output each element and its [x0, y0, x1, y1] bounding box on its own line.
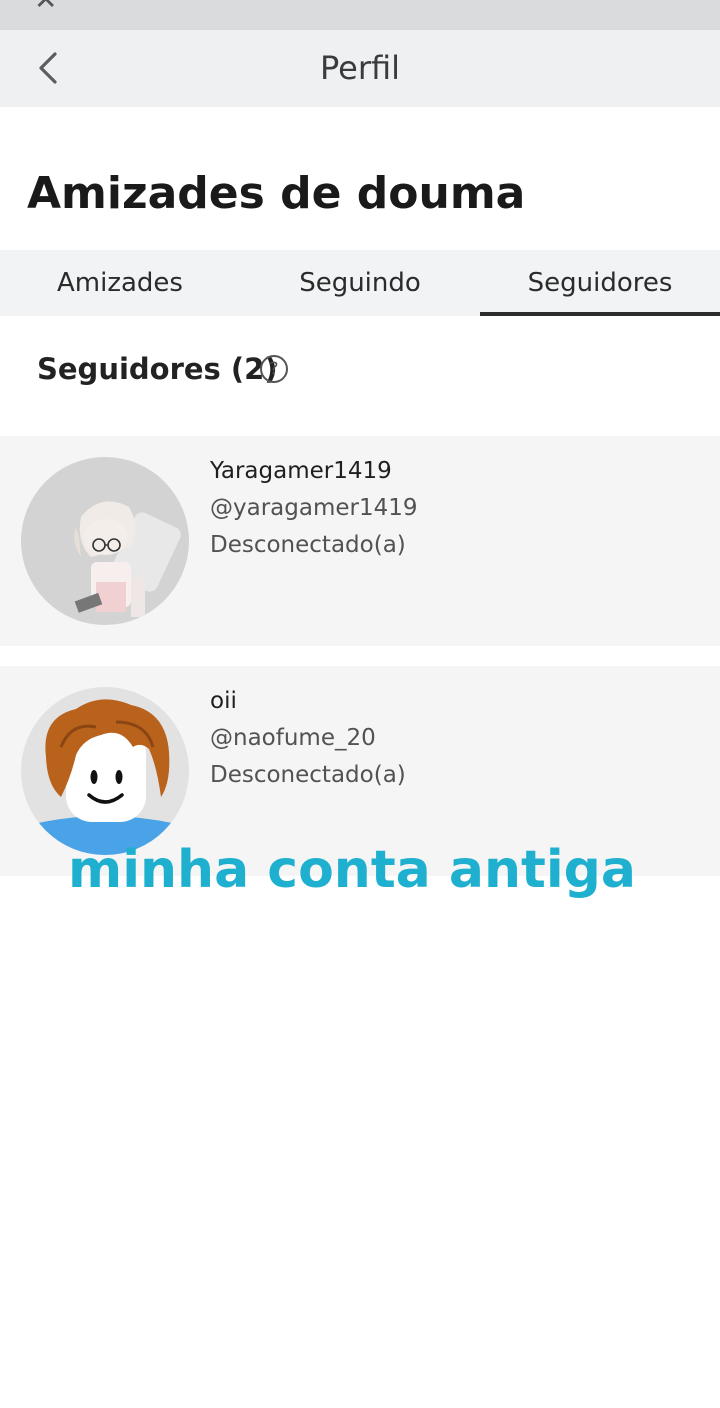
- back-button[interactable]: [30, 48, 70, 88]
- avatar: [21, 687, 189, 855]
- nav-title: Perfil: [319, 49, 401, 87]
- tab-bar: Amizades Seguindo Seguidores: [0, 250, 720, 316]
- section-title: Seguidores (2): [37, 352, 278, 386]
- chevron-left-icon: [39, 52, 57, 84]
- follower-status: Desconectado(a): [210, 762, 406, 788]
- tab-amizades[interactable]: Amizades: [0, 250, 240, 316]
- status-bar: ✕: [0, 0, 720, 30]
- tab-seguidores[interactable]: Seguidores: [480, 250, 720, 316]
- avatar: [21, 457, 189, 625]
- overlay-caption: minha conta antiga: [68, 840, 636, 900]
- tab-seguindo[interactable]: Seguindo: [240, 250, 480, 316]
- close-icon[interactable]: ✕: [34, 0, 57, 14]
- help-icon[interactable]: ?: [260, 355, 288, 383]
- page-title: Amizades de douma: [27, 168, 526, 219]
- follower-status: Desconectado(a): [210, 532, 406, 558]
- follower-username: @yaragamer1419: [210, 495, 418, 521]
- follower-display-name[interactable]: oii: [210, 688, 237, 714]
- follower-row[interactable]: Yaragamer1419 @yaragamer1419 Desconectad…: [0, 436, 720, 646]
- follower-username: @naofume_20: [210, 725, 376, 751]
- top-nav-bar: Perfil: [0, 30, 720, 107]
- follower-display-name[interactable]: Yaragamer1419: [210, 458, 392, 484]
